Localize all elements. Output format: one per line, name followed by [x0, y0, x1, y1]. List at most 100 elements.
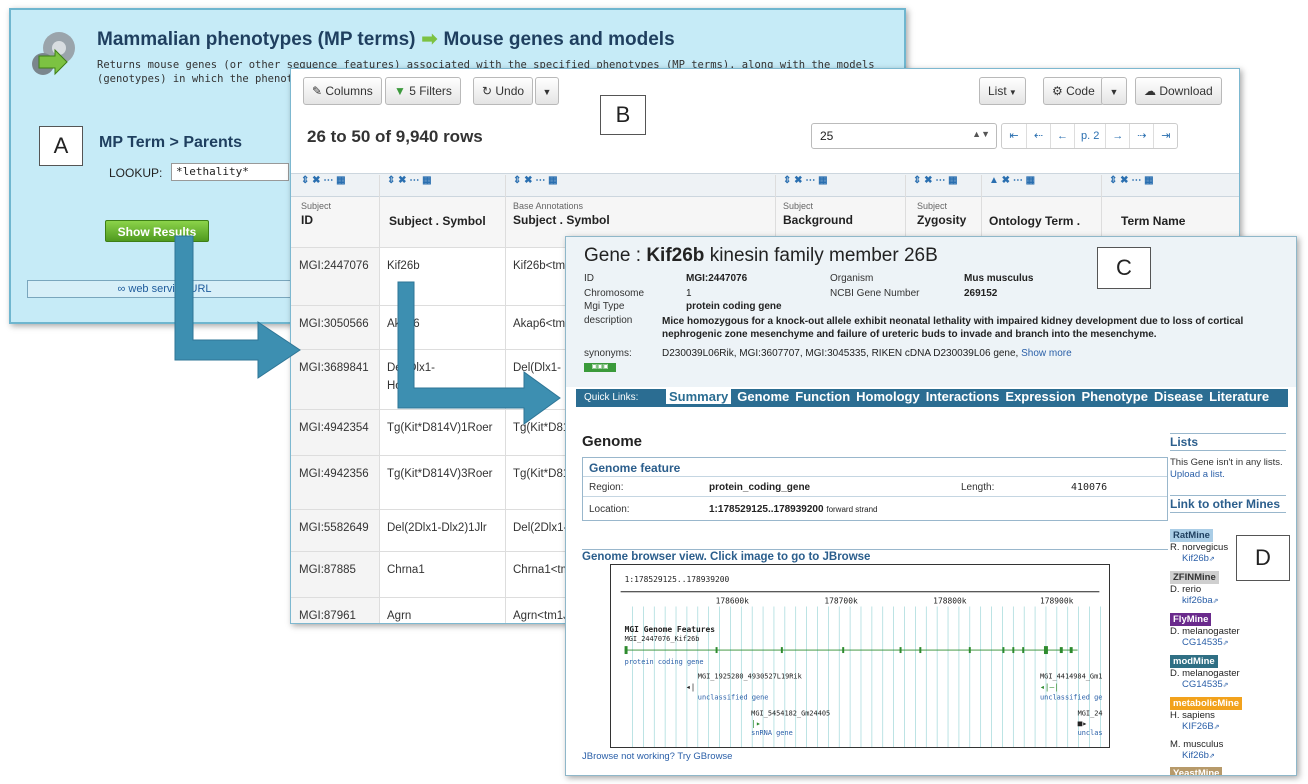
quick-link-genome[interactable]: Genome: [737, 389, 789, 404]
cell-symbol[interactable]: Akap6: [387, 318, 420, 330]
previous-page-button[interactable]: ←: [1050, 124, 1074, 148]
cell-id[interactable]: MGI:87885: [299, 564, 356, 576]
template-title: Mammalian phenotypes (MP terms) ➡ Mouse ge…: [97, 29, 675, 50]
last-page-button[interactable]: ⇥: [1153, 124, 1177, 148]
cell-symbol[interactable]: Agrn: [387, 610, 411, 622]
quick-link-function[interactable]: Function: [795, 389, 850, 404]
list-button[interactable]: List ▼: [979, 77, 1026, 105]
show-results-button[interactable]: Show Results: [105, 220, 209, 242]
column-controls[interactable]: ▲ ✖ ⋯ ▦: [989, 175, 1035, 195]
cell-id[interactable]: MGI:4942354: [299, 422, 369, 434]
field-label: Region:: [589, 482, 624, 493]
undo-button[interactable]: ↻ Undo: [473, 77, 534, 105]
quick-link-summary[interactable]: Summary: [666, 389, 732, 404]
cell-id[interactable]: MGI:3050566: [299, 318, 369, 330]
mine-name-tag[interactable]: FlyMine: [1170, 613, 1212, 626]
genome-browser-image[interactable]: 1:178529125..178939200 178600k 178700k 1…: [610, 564, 1110, 748]
column-controls[interactable]: ⇕ ✖ ⋯ ▦: [513, 175, 558, 195]
quick-link-homology[interactable]: Homology: [856, 389, 920, 404]
first-page-button[interactable]: ⇤: [1002, 124, 1026, 148]
cell-id[interactable]: MGI:3689841: [299, 362, 369, 374]
feature-type: unclas: [1078, 729, 1103, 737]
quick-link-disease[interactable]: Disease: [1154, 389, 1203, 404]
undo-dropdown-button[interactable]: ▼: [535, 77, 559, 105]
column-header[interactable]: Subject . Symbol: [389, 201, 486, 228]
select-arrows-icon: ▲▼: [972, 129, 990, 139]
mine-name-tag[interactable]: RatMine: [1170, 529, 1213, 542]
column-header[interactable]: Ontology Term .: [989, 201, 1080, 228]
fast-forward-button[interactable]: ⇢: [1129, 124, 1153, 148]
mine-gene-link[interactable]: CG14535: [1170, 679, 1223, 690]
quick-link-phenotype[interactable]: Phenotype: [1082, 389, 1148, 404]
cell-symbol[interactable]: Del(Dlx1-: [387, 362, 435, 374]
column-controls[interactable]: ⇕ ✖ ⋯ ▦: [783, 175, 828, 195]
code-button[interactable]: ⚙ Code: [1043, 77, 1104, 105]
columns-button[interactable]: ✎ Columns: [303, 77, 382, 105]
cell-base[interactable]: Del(Dlx1-: [513, 362, 561, 374]
quick-link-literature[interactable]: Literature: [1209, 389, 1269, 404]
mine-entry: M. musculus Kif26b⇗: [1170, 739, 1223, 762]
next-page-button[interactable]: →: [1105, 124, 1129, 148]
mine-name-tag[interactable]: ZFINMine: [1170, 571, 1219, 584]
genome-feature-box: Genome feature Region: protein_coding_ge…: [582, 457, 1168, 521]
field-label: Organism: [830, 273, 874, 284]
panel-label-c: C: [1097, 247, 1151, 289]
column-controls[interactable]: ⇕ ✖ ⋯ ▦: [301, 175, 346, 195]
lists-text: This Gene isn't in any lists. Upload a l…: [1170, 457, 1283, 480]
show-more-link[interactable]: Show more: [1021, 348, 1072, 359]
mine-gene-link[interactable]: Kif26b: [1170, 553, 1209, 564]
column-controls[interactable]: ⇕ ✖ ⋯ ▦: [387, 175, 432, 195]
mine-gene-link[interactable]: CG14535: [1170, 637, 1223, 648]
column-header[interactable]: Base Annotations Subject . Symbol: [513, 201, 610, 227]
external-link-icon: ⇗: [1208, 753, 1215, 760]
download-button[interactable]: ☁ Download: [1135, 77, 1222, 105]
cell-id[interactable]: MGI:5582649: [299, 522, 369, 534]
quick-link-expression[interactable]: Expression: [1005, 389, 1075, 404]
cell-symbol[interactable]: Tg(Kit*D814V)3Roer: [387, 468, 492, 480]
page-size-select[interactable]: 25 ▲▼: [811, 123, 997, 149]
cell-base[interactable]: Akap6<tm1: [513, 318, 572, 330]
lookup-input[interactable]: *lethality*: [171, 163, 289, 181]
mine-entry: modMine D. melanogaster CG14535⇗: [1170, 655, 1240, 691]
column-controls[interactable]: ⇕ ✖ ⋯ ▦: [1109, 175, 1154, 195]
external-link-icon: ⇗: [1213, 724, 1220, 731]
fast-back-button[interactable]: ⇠: [1026, 124, 1050, 148]
mine-gene-link[interactable]: kif26ba: [1170, 595, 1213, 606]
column-header[interactable]: Subject Background: [783, 201, 853, 227]
cell-symbol[interactable]: Del(2Dlx1-Dlx2)1Jlr: [387, 522, 487, 534]
mine-gene-link[interactable]: Kif26b: [1170, 750, 1209, 761]
upload-list-link[interactable]: Upload a list.: [1170, 469, 1225, 480]
mine-gene-link[interactable]: KIF26B: [1170, 721, 1214, 732]
svg-text:■▸: ■▸: [1078, 719, 1088, 728]
field-label: Length:: [961, 482, 995, 493]
cell-base[interactable]: Agrn<tm1Jr: [513, 610, 573, 622]
cell-id[interactable]: MGI:87961: [299, 610, 356, 622]
constraint-heading: MP Term > Parents: [99, 134, 243, 151]
mine-name-tag[interactable]: metabolicMine: [1170, 697, 1242, 710]
cell-symbol[interactable]: Tg(Kit*D814V)1Roer: [387, 422, 492, 434]
cell-id[interactable]: MGI:4942356: [299, 468, 369, 480]
field-value: protein coding gene: [686, 301, 782, 312]
pagination: ⇤ ⇠ ← p. 2 → ⇢ ⇥: [1001, 123, 1179, 149]
mine-name-tag[interactable]: modMine: [1170, 655, 1218, 668]
column-header[interactable]: Subject ID: [301, 201, 331, 227]
mine-name-tag[interactable]: YeastMine: [1170, 767, 1223, 775]
column-header[interactable]: Subject Zygosity: [917, 201, 966, 227]
genome-browser-title[interactable]: Genome browser view. Click image to go t…: [582, 549, 1168, 563]
column-controls[interactable]: ⇕ ✖ ⋯ ▦: [913, 175, 958, 195]
feature-name: MGI_5454182_Gm24405: [751, 709, 830, 717]
browser-tick: 178700k: [824, 597, 858, 606]
filters-button[interactable]: ▼ 5 Filters: [385, 77, 461, 105]
gbrowse-fallback-link[interactable]: JBrowse not working? Try GBrowse: [582, 751, 732, 762]
share-badge-icon[interactable]: ▣▣▣: [584, 363, 616, 372]
web-service-url-link[interactable]: ∞ web service URL: [27, 280, 302, 298]
column-header[interactable]: Term Name: [1121, 201, 1185, 228]
cell-symbol[interactable]: Chrna1: [387, 564, 425, 576]
mine-entry: RatMine R. norvegicus Kif26b⇗: [1170, 529, 1228, 565]
cell-id[interactable]: MGI:2447076: [299, 260, 369, 272]
quick-link-interactions[interactable]: Interactions: [926, 389, 1000, 404]
cell-symbol[interactable]: Kif26b: [387, 260, 420, 272]
cell-symbol-continued: Hoxd...: [387, 380, 424, 392]
code-dropdown-button[interactable]: ▼: [1101, 77, 1127, 105]
cell-base[interactable]: Kif26b<tm1: [513, 260, 572, 272]
